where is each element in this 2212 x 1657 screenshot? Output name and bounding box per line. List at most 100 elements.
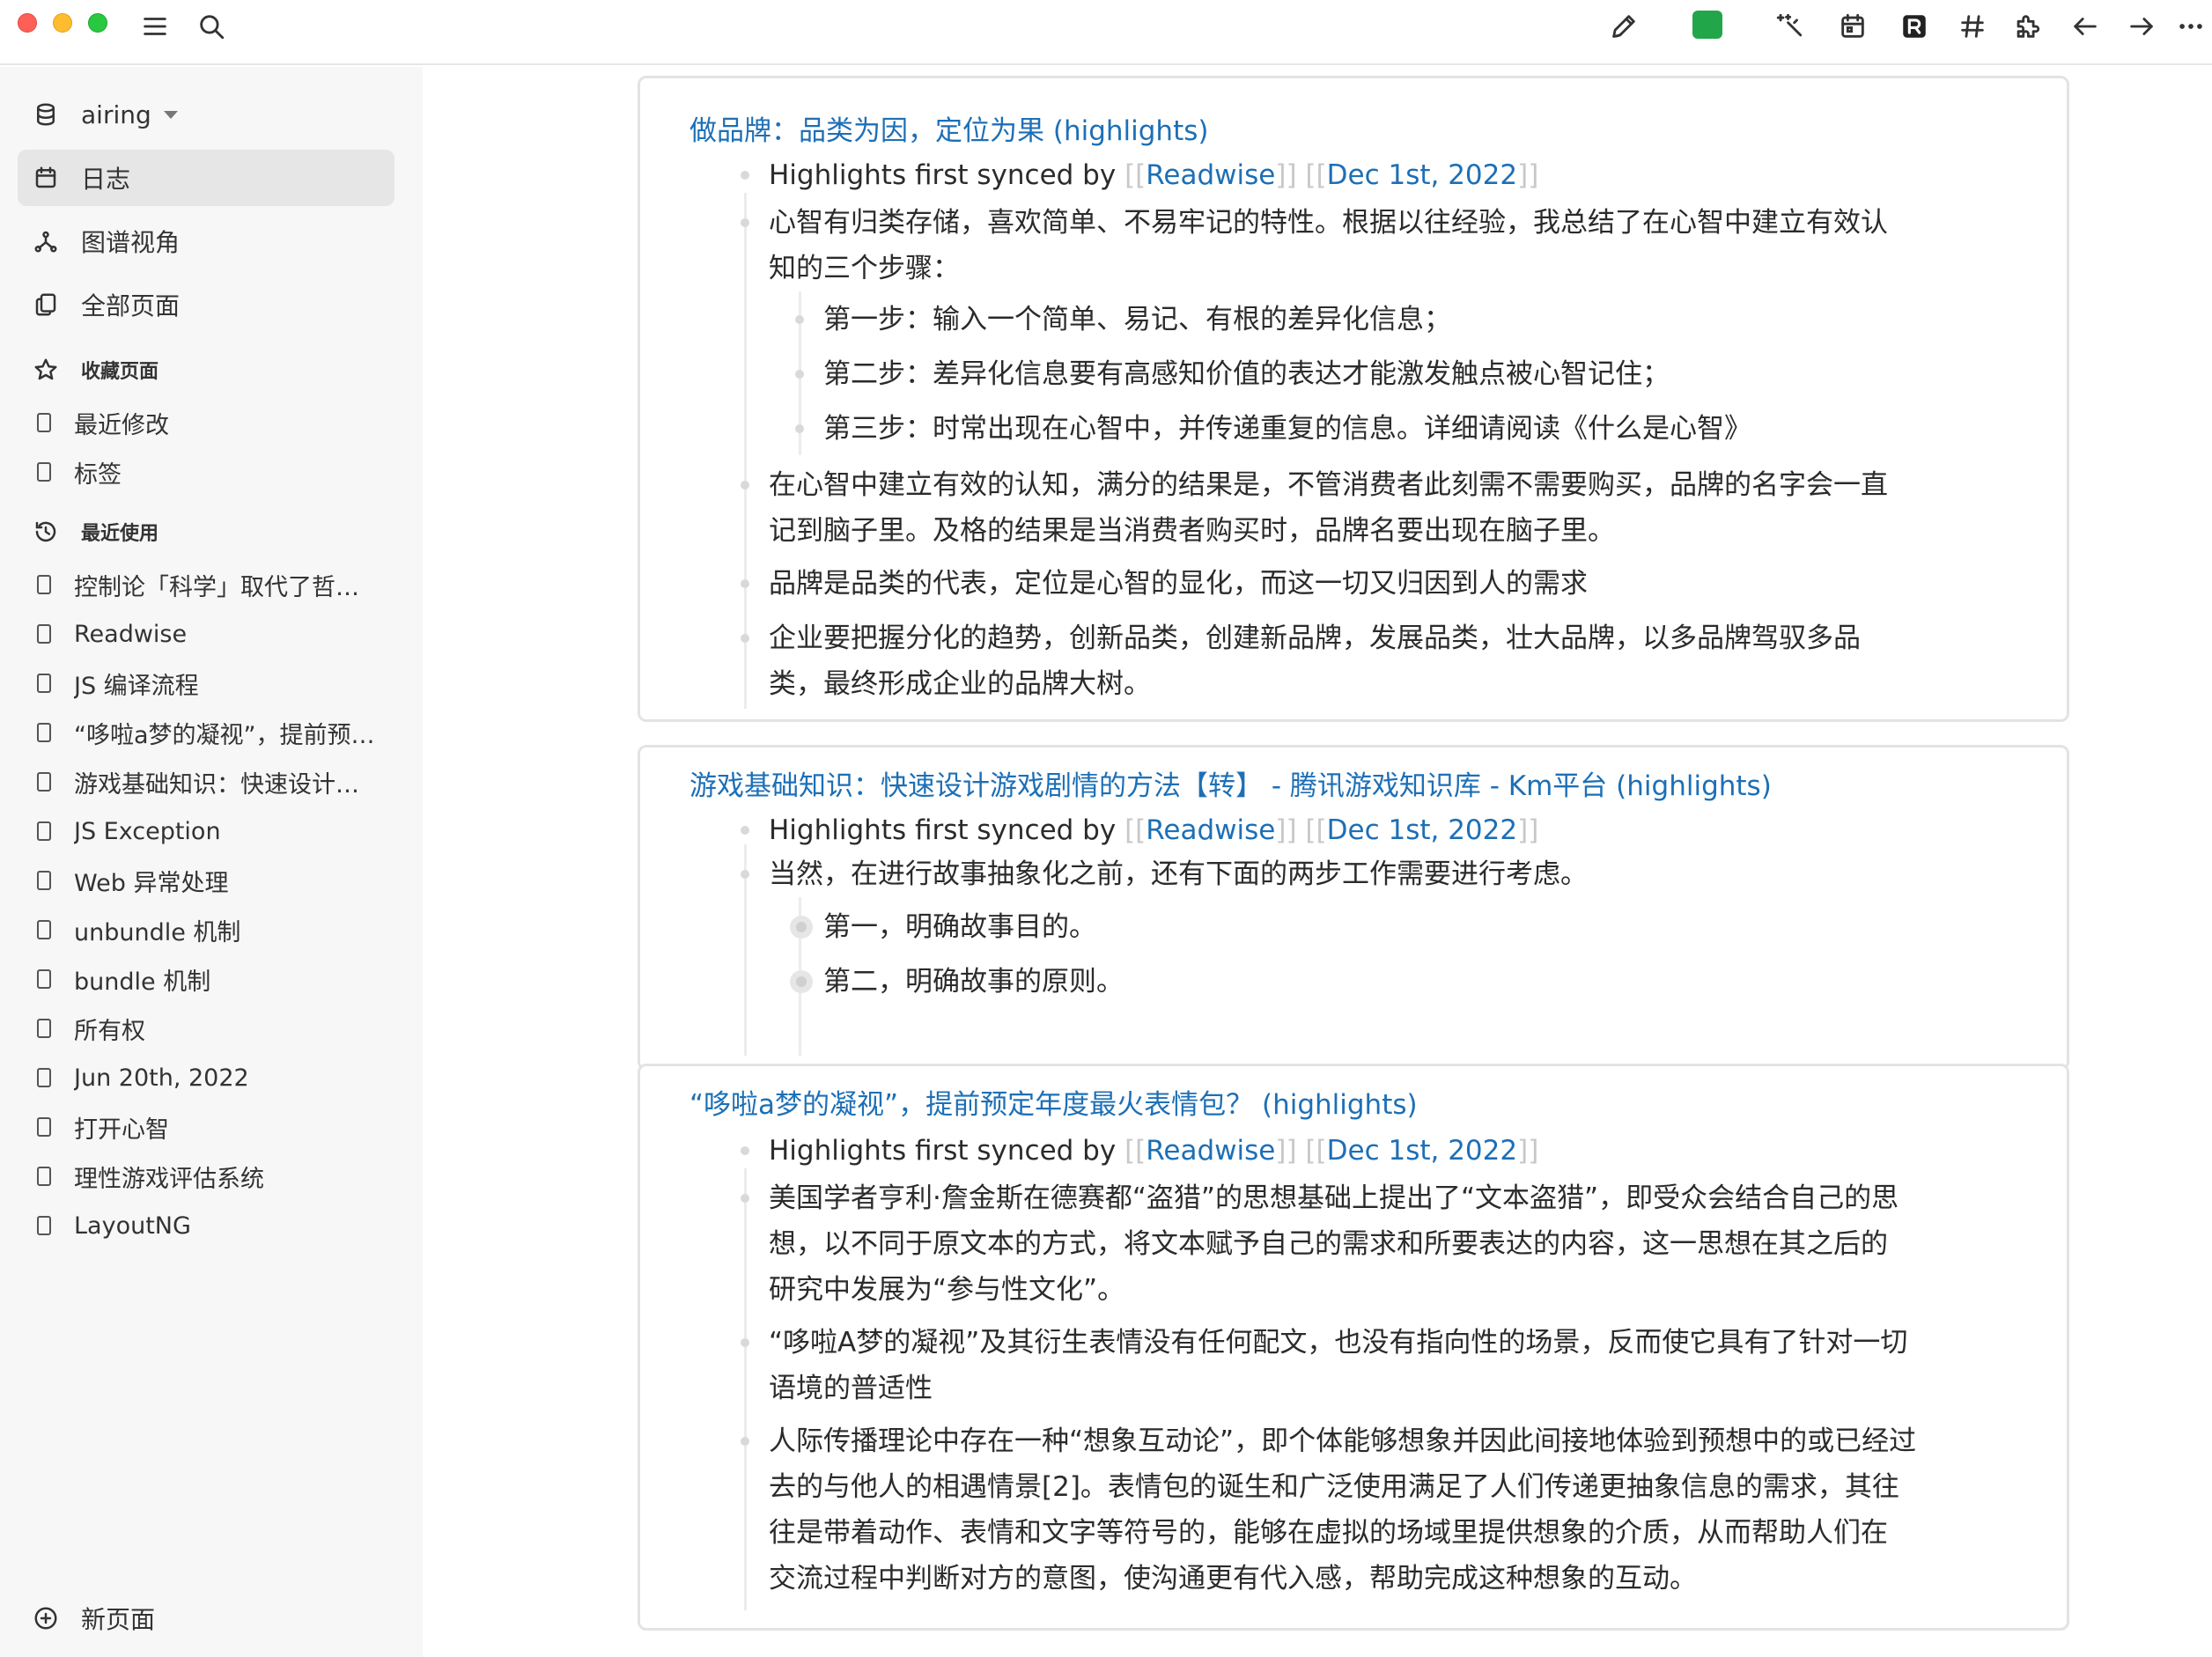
block-text-line[interactable]: 心智有归类存储，喜欢简单、不易牢记的特性。根据以往经验，我总结了在心智中建立有效… [769,200,1888,246]
collapsed-bullet[interactable] [790,970,813,993]
back-arrow-icon[interactable] [2066,7,2105,46]
block-text-line[interactable]: 记到脑子里。及格的结果是当消费者购买时，品牌名要出现在脑子里。 [769,508,1615,554]
block-text-line[interactable]: 第二，明确故事的原则。 [823,959,1124,1005]
block-text-line[interactable]: “哆啦A梦的凝视”及其衍生表情没有任何配文，也没有指向性的场景，反而使它具有了针… [769,1320,1907,1366]
recent-item[interactable]: 理性游戏评估系统 [18,1152,405,1201]
bullet[interactable] [741,1146,749,1155]
recent-item[interactable]: Web 异常处理 [18,856,405,905]
block-text-line[interactable]: 品牌是品类的代表，定位是心智的显化，而这一切又归因到人的需求 [769,561,1588,607]
recent-header[interactable]: 最近使用 [18,504,394,560]
block-text-line[interactable]: 人际传播理论中存在一种“想象互动论”，即个体能够想象并因此间接地体验到预想中的或… [769,1418,1916,1464]
recent-item[interactable]: JS 编译流程 [18,659,405,708]
recent-item[interactable]: JS Exception [18,806,405,856]
indent-guide [744,193,747,709]
recent-item[interactable]: “哆啦a梦的凝视”，提前预… [18,708,405,757]
bullet[interactable] [741,579,749,588]
edit-pen-icon[interactable] [1604,7,1643,46]
readwise-page-link[interactable]: Readwise [1146,814,1275,846]
plus-circle-icon [30,1602,62,1634]
sidebar-item-journals[interactable]: 日志 [18,150,394,206]
graph-icon [30,225,62,257]
window-zoom-button[interactable] [88,13,107,33]
collapsed-bullet[interactable] [790,916,813,939]
readwise-icon[interactable] [1895,7,1934,46]
recent-item[interactable]: 游戏基础知识：快速设计… [18,757,405,806]
block-text-line[interactable]: 交流过程中判断对方的意图，使沟通更有代入感，帮助完成这种想象的互动。 [769,1556,1697,1602]
search-icon[interactable] [192,7,231,46]
forward-arrow-icon[interactable] [2122,7,2161,46]
window-close-button[interactable] [18,13,37,33]
sidebar-item-graph-view[interactable]: 图谱视角 [18,213,394,269]
recent-item[interactable]: unbundle 机制 [18,905,405,954]
page-link-title[interactable]: 游戏基础知识：快速设计游戏剧情的方法【转】 - 腾讯游戏知识库 - Km平台 (… [689,763,1772,803]
window-minimize-button[interactable] [53,13,72,33]
recent-item-label: Web 异常处理 [74,869,229,897]
block-text-line[interactable]: 研究中发展为“参与性文化”。 [769,1267,1124,1313]
menu-icon[interactable] [136,7,174,46]
block-text-line[interactable]: 知的三个步骤： [769,246,960,291]
recent-item-label: 游戏基础知识：快速设计… [74,770,359,799]
recent-item[interactable]: 所有权 [18,1004,405,1053]
date-page-link[interactable]: Dec 1st, 2022 [1327,1135,1517,1167]
highlight-block: “哆啦a梦的凝视”，提前预定年度最火表情包？ (highlights) Highl… [638,1064,2069,1631]
block-text-line[interactable]: 美国学者亨利·詹金斯在德赛都“盗猎”的思想基础上提出了“文本盗猎”，即受众会结合… [769,1175,1899,1221]
date-page-link[interactable]: Dec 1st, 2022 [1327,159,1517,191]
page-icon [33,571,55,598]
block-text-line[interactable]: 在心智中建立有效的认知，满分的结果是，不管消费者此刻需不需要购买，品牌的名字会一… [769,462,1888,508]
theme-color-swatch[interactable] [1692,11,1722,39]
puzzle-plugin-icon[interactable] [2008,7,2046,46]
block-text-line[interactable]: 往是带着动作、表情和文字等符号的，能够在虚拟的场域里提供想象的介质，从而帮助人们… [769,1510,1888,1556]
link-bracket: [[ [1124,159,1147,191]
page-link-title[interactable]: 做品牌：品类为因，定位为果 (highlights) [689,108,1208,148]
date-page-link[interactable]: Dec 1st, 2022 [1327,814,1517,846]
block-text-line[interactable]: 当然，在进行故事抽象化之前，还有下面的两步工作需要进行考虑。 [769,851,1588,897]
block-text-line[interactable]: 语境的普适性 [769,1366,933,1411]
recent-item[interactable]: LayoutNG [18,1201,405,1250]
page-icon [33,818,55,844]
new-page-button[interactable]: 新页面 [18,1590,394,1646]
block-text-line[interactable]: 企业要把握分化的趋势，创新品类，创建新品牌，发展品类，壮大品牌，以多品牌驾驭多品 [769,615,1861,661]
bullet[interactable] [741,171,749,180]
block-text-line[interactable]: 想，以不同于原文本的方式，将文本赋予自己的需求和所要表达的内容，这一思想在其之后… [769,1221,1888,1267]
more-options-icon[interactable] [2171,7,2210,46]
block-text-line[interactable]: 第三步：时常出现在心智中，并传递重复的信息。详细请阅读《什么是心智》 [823,406,1751,452]
bullet[interactable] [741,481,749,490]
bullet[interactable] [795,424,804,433]
calendar-icon[interactable] [1833,7,1872,46]
page-icon [33,459,55,485]
recent-item[interactable]: Jun 20th, 2022 [18,1053,405,1102]
recent-item[interactable]: 控制论「科学」取代了哲… [18,560,405,609]
sidebar-item-all-pages[interactable]: 全部页面 [18,276,394,333]
bullet[interactable] [741,1437,749,1446]
bullet[interactable] [795,315,804,324]
bullet[interactable] [741,1338,749,1347]
readwise-page-link[interactable]: Readwise [1146,1135,1275,1167]
graph-selector[interactable]: airing [18,86,394,143]
new-page-label: 新页面 [81,1605,156,1634]
block-text-line[interactable]: 类，最终形成企业的品牌大树。 [769,661,1151,707]
favorite-item[interactable]: 最近修改 [18,398,405,447]
graph-name: airing [81,99,151,129]
bullet[interactable] [741,826,749,835]
bullet[interactable] [741,870,749,879]
page-link-title[interactable]: “哆啦a梦的凝视”，提前预定年度最火表情包？ (highlights) [689,1082,1418,1122]
recent-item[interactable]: 打开心智 [18,1102,405,1152]
readwise-page-link[interactable]: Readwise [1146,159,1275,191]
sparkle-wand-icon[interactable] [1770,7,1809,46]
bullet[interactable] [741,1194,749,1203]
recent-item-label: JS 编译流程 [74,672,199,700]
block-text-line[interactable]: 第一，明确故事目的。 [823,904,1096,950]
favorites-header[interactable]: 收藏页面 [18,342,394,398]
bullet[interactable] [741,634,749,643]
recent-item-label: 控制论「科学」取代了哲… [74,573,359,601]
block-text-line[interactable]: 去的与他人的相遇情景[2]。表情包的诞生和广泛使用满足了人们传递更抽象信息的需求… [769,1464,1899,1510]
block-text-line[interactable]: 第二步：差异化信息要有高感知价值的表达才能激发触点被心智记住； [823,351,1670,397]
block-text-line[interactable]: 第一步：输入一个简单、易记、有根的差异化信息； [823,297,1451,342]
recent-item[interactable]: Readwise [18,609,405,659]
recent-item[interactable]: bundle 机制 [18,954,405,1004]
link-bracket: [[ [1305,159,1327,191]
favorite-item[interactable]: 标签 [18,447,405,497]
bullet[interactable] [795,370,804,379]
bullet[interactable] [741,218,749,227]
hashtag-icon[interactable] [1953,7,1992,46]
